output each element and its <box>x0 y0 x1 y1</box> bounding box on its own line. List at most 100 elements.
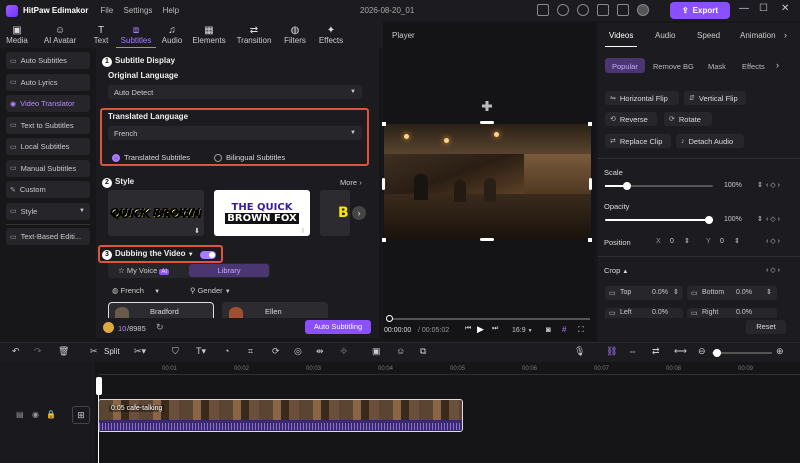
nav-custom[interactable]: ✎ Custom <box>6 181 90 198</box>
opacity-value[interactable]: 100% <box>724 216 742 223</box>
close-icon[interactable]: ✕ <box>781 3 789 14</box>
export-frame-icon[interactable]: ⧉ <box>420 346 426 357</box>
add-media-icon[interactable]: ⊞ <box>72 406 90 424</box>
video-preview[interactable] <box>384 124 591 240</box>
tab-ai-avatar[interactable]: ☺ AI Avatar <box>34 21 86 48</box>
horizontal-flip-button[interactable]: ⇋ Horizontal Flip <box>605 91 679 105</box>
nav-text-based-editing[interactable]: ▭ Text-Based Editi... <box>6 228 90 245</box>
refresh-icon[interactable]: ↻ <box>156 322 164 333</box>
chevron-right-icon[interactable]: › <box>776 60 779 70</box>
speed-icon[interactable]: ◔ <box>224 346 229 356</box>
reset-button[interactable]: Reset <box>746 320 786 334</box>
crop-label[interactable]: Crop ▲ <box>604 266 628 275</box>
lock-icon[interactable]: 🔒 <box>46 410 56 419</box>
crop-left-field[interactable] <box>605 308 683 318</box>
more-styles-link[interactable]: More › <box>340 178 362 187</box>
undo-icon[interactable]: ↶ <box>12 346 20 357</box>
shield-icon[interactable]: ⛉ <box>172 346 179 357</box>
export-button[interactable]: ⇪ Export <box>670 2 730 19</box>
nav-manual-subtitles[interactable]: ▭ Manual Subtitles <box>6 159 90 177</box>
resize-handle[interactable] <box>382 122 386 126</box>
menu-help[interactable]: Help <box>163 6 179 15</box>
keyframe-icon[interactable]: ‹ ◇ › <box>766 215 780 223</box>
tab-videos[interactable]: Videos <box>609 31 633 40</box>
menu-file[interactable]: File <box>100 6 113 15</box>
stepper-icon[interactable]: ⇕ <box>757 215 763 223</box>
tab-text[interactable]: T Text <box>86 21 116 48</box>
download-icon[interactable]: ⬇ <box>194 227 200 235</box>
tab-filters[interactable]: ◍ Filters <box>278 21 312 48</box>
crop-icon[interactable]: ⌗ <box>248 346 253 357</box>
magnet-icon[interactable]: ⇔ <box>628 346 637 356</box>
help-icon[interactable] <box>577 4 589 16</box>
avatar-icon[interactable] <box>637 4 649 16</box>
translated-language-dropdown[interactable]: French ▼ <box>108 126 362 140</box>
my-voice-tab[interactable]: ☆ My Voice AI <box>118 266 170 275</box>
layout-icon[interactable] <box>537 4 549 16</box>
mirror-icon[interactable]: ⇹ <box>316 346 324 357</box>
dubbing-toggle[interactable] <box>200 250 216 259</box>
gender-filter[interactable]: ⚲ Gender ▼ <box>190 286 231 295</box>
split-button[interactable]: Split <box>104 347 120 356</box>
face-icon[interactable]: ☺ <box>396 346 405 356</box>
text-tool-icon[interactable]: T▾ <box>196 346 206 357</box>
play-icon[interactable]: ▶ <box>477 324 484 335</box>
auto-subtitling-button[interactable]: Auto Subtitling <box>305 320 371 334</box>
replace-clip-button[interactable]: ⇄ Replace Clip <box>605 134 671 148</box>
resize-handle[interactable] <box>480 238 494 241</box>
tab-media[interactable]: ▣ Media <box>0 21 34 48</box>
zoom-slider[interactable] <box>712 352 772 354</box>
fullscreen-icon[interactable]: ⛶ <box>578 325 584 335</box>
rotate-tool-icon[interactable]: ⟳ <box>272 346 280 357</box>
stepper-icon[interactable]: ⇕ <box>684 237 690 245</box>
nav-style[interactable]: ▭ Style ▼ <box>6 202 90 220</box>
playback-progress-knob[interactable] <box>386 315 393 322</box>
keyframe-icon[interactable]: ‹ ◇ › <box>766 237 780 245</box>
style-card-partial[interactable]: B <box>320 190 350 236</box>
nav-auto-subtitles[interactable]: ▭ Auto Subtitles <box>6 52 90 69</box>
vertical-flip-button[interactable]: ⇵ Vertical Flip <box>684 91 746 105</box>
tab-subtitles[interactable]: ⧈ Subtitles <box>116 21 156 48</box>
scale-slider-knob[interactable] <box>623 182 631 190</box>
step-forward-icon[interactable]: ⏭ <box>492 325 498 333</box>
pos-x-value[interactable]: 0 <box>670 238 674 245</box>
subtab-popular[interactable]: Popular <box>612 62 638 71</box>
fit-timeline-icon[interactable]: ⟷ <box>674 346 687 357</box>
tab-elements[interactable]: ▦ Elements <box>188 21 230 48</box>
resize-handle[interactable] <box>588 122 592 126</box>
stepper-icon[interactable]: ⇕ <box>734 237 740 245</box>
track-icon[interactable]: ⇄ <box>652 346 660 357</box>
resize-handle[interactable] <box>382 178 385 190</box>
styles-next-button[interactable]: › <box>352 206 366 220</box>
resize-handle[interactable] <box>480 121 494 124</box>
fit-icon[interactable]: ✥ <box>340 346 348 357</box>
crop-right-field[interactable] <box>687 308 777 318</box>
opacity-slider-knob[interactable] <box>705 216 713 224</box>
grid-icon[interactable]: # <box>562 325 566 334</box>
scale-value[interactable]: 100% <box>724 182 742 189</box>
playback-progress-track[interactable] <box>386 318 590 320</box>
style-card-quick-brown[interactable]: QUICK BROWN <box>108 190 204 236</box>
style-card-quick-brown-fox[interactable]: THE QUICK BROWN FOX <box>214 190 310 236</box>
tab-audio[interactable]: ♫ Audio <box>156 21 188 48</box>
nav-video-translator[interactable]: ◉ Video Translator <box>6 95 90 112</box>
zoom-out-icon[interactable]: ⊖ <box>698 346 706 357</box>
zoom-slider-knob[interactable] <box>713 349 721 357</box>
subtab-mask[interactable]: Mask <box>708 62 726 71</box>
nav-local-subtitles[interactable]: ▭ Local Subtitles <box>6 138 90 155</box>
image-icon[interactable]: ▣ <box>372 346 381 357</box>
chevron-right-icon[interactable]: › <box>784 30 787 40</box>
bag-icon[interactable] <box>617 4 629 16</box>
resize-handle[interactable] <box>588 238 592 242</box>
detach-audio-button[interactable]: ♪ Detach Audio <box>676 134 744 148</box>
split-icon[interactable]: ✂ <box>90 346 98 357</box>
keyframe-prev-icon[interactable]: ‹ ◇ › <box>766 181 780 189</box>
opacity-slider[interactable] <box>605 219 713 221</box>
snapshot-icon[interactable]: ◙ <box>546 325 551 334</box>
minimize-icon[interactable]: — <box>739 3 749 14</box>
keyframe-icon[interactable]: ‹ ◇ › <box>766 266 780 274</box>
stepper-icon[interactable]: ⇕ <box>673 288 679 296</box>
stepper-icon[interactable]: ⇕ <box>757 181 763 189</box>
stepper-icon[interactable]: ⇕ <box>766 288 772 296</box>
zoom-in-icon[interactable]: ⊕ <box>776 346 784 357</box>
